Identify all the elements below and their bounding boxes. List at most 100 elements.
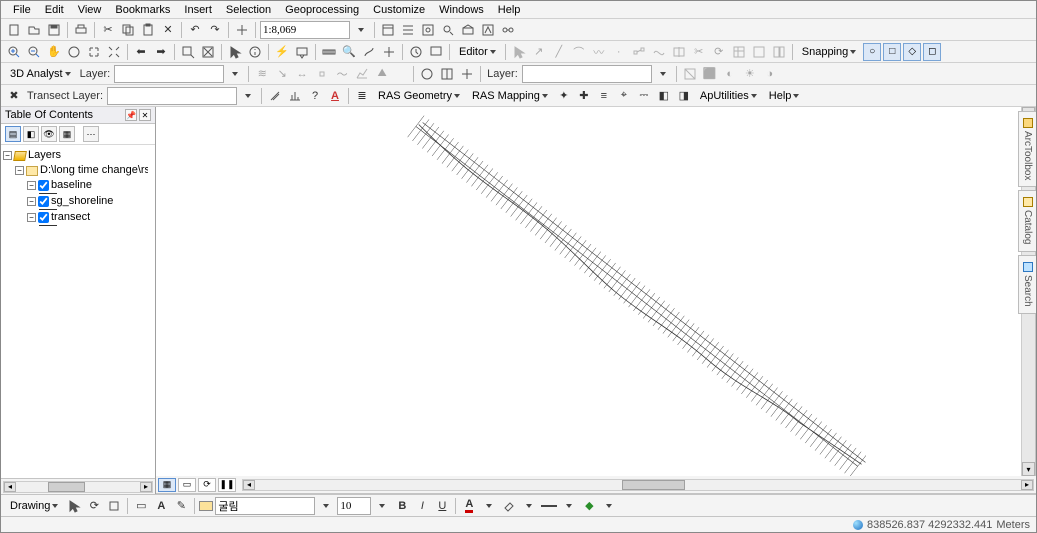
transect-dropdown-icon[interactable] (239, 87, 257, 105)
zoom-to-elements-icon[interactable] (105, 497, 123, 515)
toc-list-by-selection-icon[interactable]: ▦ (59, 126, 75, 142)
catalog-tab[interactable]: Catalog (1018, 190, 1036, 251)
hyperlink-icon[interactable]: ⚡ (273, 43, 291, 61)
scroll-thumb[interactable] (622, 480, 685, 490)
ras-help-menu[interactable]: Help (764, 89, 805, 103)
edit-tool-icon[interactable] (510, 43, 528, 61)
fill-color-icon[interactable] (500, 497, 518, 515)
layer-symbol-icon[interactable] (39, 225, 57, 226)
paste-icon[interactable] (139, 21, 157, 39)
toc-tree[interactable]: − Layers − D:\long time change\rs\ − bas… (1, 145, 155, 478)
point-icon[interactable]: · (610, 43, 628, 61)
dim-icon[interactable]: ◑ (761, 65, 779, 83)
transect-layer-combo[interactable] (107, 87, 237, 105)
cut-icon[interactable]: ✂ (99, 21, 117, 39)
bold-icon[interactable]: B (393, 497, 411, 515)
effects-layer-combo[interactable] (522, 65, 652, 83)
ras-tool3-icon[interactable]: ≡ (595, 87, 613, 105)
swipe-icon[interactable] (438, 65, 456, 83)
select-elements-icon[interactable] (226, 43, 244, 61)
editor-toolbar-icon[interactable] (379, 21, 397, 39)
contrast-icon[interactable]: ◐ (721, 65, 739, 83)
editor-menu[interactable]: Editor (454, 45, 501, 59)
sketch-props-icon[interactable] (750, 43, 768, 61)
find-icon[interactable]: 🔍 (340, 43, 358, 61)
font-combo[interactable] (215, 497, 315, 515)
marker-color-icon[interactable]: ◆ (580, 497, 598, 515)
ras-tool7-icon[interactable]: ◨ (675, 87, 693, 105)
menu-file[interactable]: File (7, 3, 37, 17)
ras-mapping-menu[interactable]: RAS Mapping (467, 89, 553, 103)
save-icon[interactable] (45, 21, 63, 39)
point-height-icon[interactable] (313, 65, 331, 83)
italic-icon[interactable]: I (413, 497, 431, 515)
toc-pin-icon[interactable]: 📌 (125, 109, 137, 121)
cast-transects-icon[interactable] (266, 87, 284, 105)
copy-icon[interactable] (119, 21, 137, 39)
contour-icon[interactable]: ≋ (253, 65, 271, 83)
collapse-icon[interactable]: − (3, 151, 12, 160)
rotate-icon[interactable]: ⟳ (710, 43, 728, 61)
brightness-icon[interactable]: ☀ (741, 65, 759, 83)
select-features-icon[interactable] (179, 43, 197, 61)
collapse-icon[interactable]: − (15, 166, 24, 175)
menu-selection[interactable]: Selection (220, 3, 277, 17)
attributes-icon[interactable] (730, 43, 748, 61)
collapse-icon[interactable]: − (27, 181, 36, 190)
new-rectangle-icon[interactable]: ▭ (132, 497, 150, 515)
profile-graph-icon[interactable] (353, 65, 371, 83)
menu-geoprocessing[interactable]: Geoprocessing (279, 3, 365, 17)
drawing-menu[interactable]: Drawing (5, 499, 63, 513)
select-elements-icon[interactable] (65, 497, 83, 515)
toc-layer-row[interactable]: − sg_shoreline (3, 194, 153, 209)
straight-segment-icon[interactable]: ╱ (550, 43, 568, 61)
layer-visibility-checkbox[interactable] (38, 212, 49, 223)
rotate-element-icon[interactable]: ⟳ (85, 497, 103, 515)
search-tab[interactable]: Search (1018, 255, 1036, 314)
clear-selection-icon[interactable] (199, 43, 217, 61)
snap-vertex-icon[interactable]: ◇ (903, 43, 921, 61)
open-icon[interactable] (25, 21, 43, 39)
toc-close-icon[interactable]: ✕ (139, 109, 151, 121)
scroll-left-icon[interactable]: ◂ (4, 482, 16, 492)
flicker-icon[interactable] (458, 65, 476, 83)
scale-combo[interactable] (260, 21, 350, 39)
scroll-right-icon[interactable]: ▸ (1021, 480, 1033, 490)
create-viewer-icon[interactable] (427, 43, 445, 61)
pan-icon[interactable]: ✋ (45, 43, 63, 61)
menu-bookmarks[interactable]: Bookmarks (109, 3, 176, 17)
delete-icon[interactable]: ✕ (159, 21, 177, 39)
ras-tool4-icon[interactable]: ⌖ (615, 87, 633, 105)
edit-vertices-draw-icon[interactable]: ✎ (172, 497, 190, 515)
toc-layer-row[interactable]: − transect (3, 210, 153, 225)
time-slider-icon[interactable] (407, 43, 425, 61)
swipe2-icon[interactable]: ⬛ (701, 65, 719, 83)
data-view-tab-icon[interactable]: ▦ (158, 478, 176, 492)
ras-tool2-icon[interactable]: ✚ (575, 87, 593, 105)
underline-icon[interactable]: U (433, 497, 451, 515)
interpolate-line-icon[interactable]: 〜 (333, 65, 351, 83)
analyst-dropdown-icon[interactable] (226, 65, 244, 83)
ras-geometry-menu[interactable]: RAS Geometry (373, 89, 465, 103)
effects-dropdown-icon[interactable] (654, 65, 672, 83)
los-icon[interactable]: ↔ (293, 65, 311, 83)
toc-layer-row[interactable]: − baseline (3, 178, 153, 193)
identify-icon[interactable] (246, 43, 264, 61)
ras-tool5-icon[interactable]: ⎓ (635, 87, 653, 105)
edit-annotation-icon[interactable]: ↗ (530, 43, 548, 61)
toc-list-by-visibility-icon[interactable]: 👁 (41, 126, 57, 142)
html-popup-icon[interactable] (293, 43, 311, 61)
menu-edit[interactable]: Edit (39, 3, 70, 17)
add-data-icon[interactable] (233, 21, 251, 39)
font-color-dropdown-icon[interactable] (480, 497, 498, 515)
map-hscroll[interactable]: ◂ ▸ (242, 479, 1034, 491)
aputilities-menu[interactable]: ApUtilities (695, 89, 762, 103)
find-route-icon[interactable] (360, 43, 378, 61)
transect-settings-icon[interactable]: ✖ (5, 87, 23, 105)
line-color-dropdown-icon[interactable] (560, 497, 578, 515)
toc-list-by-source-icon[interactable]: ◧ (23, 126, 39, 142)
toc-root-row[interactable]: − Layers (3, 148, 153, 163)
model-builder-icon[interactable] (499, 21, 517, 39)
skyline-icon[interactable]: ⛰ (373, 65, 391, 83)
map-canvas[interactable]: ▴ ▾ (156, 107, 1036, 476)
